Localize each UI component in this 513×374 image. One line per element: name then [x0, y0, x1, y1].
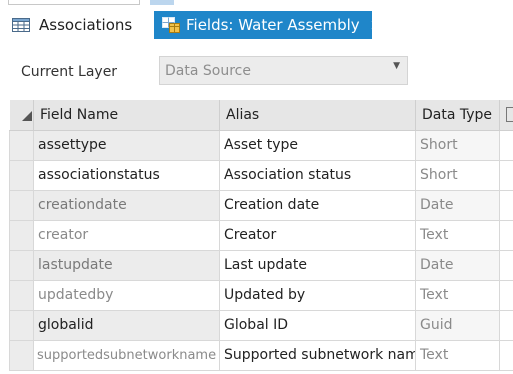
data-type-cell[interactable]: Date	[415, 249, 500, 281]
field-name-cell[interactable]: globalid	[33, 309, 220, 341]
table-row[interactable]: associationstatus Association status Sho…	[9, 159, 513, 191]
row-selector[interactable]	[9, 309, 34, 341]
tab-bar: Associations Fields: Water Assembly ✕	[0, 11, 513, 50]
data-type-cell[interactable]: Short	[415, 159, 500, 191]
fields-table-icon	[162, 17, 180, 33]
data-type-cell[interactable]: Date	[415, 189, 500, 221]
chevron-down-icon: ▼	[393, 61, 400, 71]
table-icon	[12, 17, 30, 33]
field-name-cell[interactable]: creationdate	[33, 189, 220, 221]
grid-header-row: Field Name Alias Data Type	[9, 100, 513, 131]
alias-cell[interactable]: Supported subnetwork name	[219, 339, 416, 371]
column-header-data-type[interactable]: Data Type	[415, 100, 500, 131]
current-layer-label: Current Layer	[21, 64, 118, 80]
table-row[interactable]: updatedby Updated by Text	[9, 279, 513, 311]
select-all-corner[interactable]	[9, 100, 34, 131]
close-icon[interactable]: ✕	[370, 16, 383, 35]
overflow-cell	[499, 309, 513, 341]
overflow-cell	[499, 279, 513, 311]
alias-cell[interactable]: Creator	[219, 219, 416, 251]
alias-cell[interactable]: Updated by	[219, 279, 416, 311]
corner-triangle-icon	[21, 111, 32, 121]
row-selector[interactable]	[9, 219, 34, 251]
toolbar-highlight-fragment	[150, 0, 174, 5]
table-row[interactable]: supportedsubnetworkname Supported subnet…	[9, 339, 513, 371]
tab-associations-label: Associations	[39, 16, 133, 34]
overflow-cell	[499, 159, 513, 191]
overflow-cell	[499, 189, 513, 221]
field-name-cell[interactable]: supportedsubnetworkname	[33, 339, 220, 371]
overflow-cell	[499, 249, 513, 281]
row-selector[interactable]	[9, 189, 34, 221]
data-type-cell[interactable]: Text	[415, 219, 500, 251]
alias-cell[interactable]: Asset type	[219, 129, 416, 161]
tab-fields-label: Fields: Water Assembly	[186, 16, 360, 34]
overflow-cell	[499, 129, 513, 161]
table-row[interactable]: creationdate Creation date Date	[9, 189, 513, 221]
top-strip	[0, 0, 513, 7]
alias-cell[interactable]: Last update	[219, 249, 416, 281]
data-type-cell[interactable]: Short	[415, 129, 500, 161]
alias-cell[interactable]: Creation date	[219, 189, 416, 221]
row-selector[interactable]	[9, 159, 34, 191]
row-selector[interactable]	[9, 129, 34, 161]
tab-associations[interactable]: Associations	[12, 11, 152, 39]
data-type-cell[interactable]: Guid	[415, 309, 500, 341]
tab-fields-water-assembly[interactable]: Fields: Water Assembly ✕	[154, 11, 383, 39]
data-type-cell[interactable]: Text	[415, 339, 500, 371]
table-row[interactable]: assettype Asset type Short	[9, 129, 513, 161]
row-selector[interactable]	[9, 339, 34, 371]
fields-grid: Field Name Alias Data Type assettype Ass…	[9, 100, 513, 371]
current-layer-value: Data Source	[165, 63, 251, 79]
overflow-cell	[499, 219, 513, 251]
data-type-cell[interactable]: Text	[415, 279, 500, 311]
column-header-field-name[interactable]: Field Name	[33, 100, 220, 131]
row-selector[interactable]	[9, 279, 34, 311]
alias-cell[interactable]: Association status	[219, 159, 416, 191]
table-row[interactable]: creator Creator Text	[9, 219, 513, 251]
alias-cell[interactable]: Global ID	[219, 309, 416, 341]
field-name-cell[interactable]: updatedby	[33, 279, 220, 311]
field-name-cell[interactable]: lastupdate	[33, 249, 220, 281]
column-fragment-icon	[506, 107, 513, 122]
current-layer-dropdown[interactable]: Data Source ▼	[159, 56, 408, 85]
row-selector[interactable]	[9, 249, 34, 281]
current-layer-row: Current Layer Data Source ▼	[0, 39, 513, 100]
field-name-cell[interactable]: associationstatus	[33, 159, 220, 191]
overflow-cell	[499, 339, 513, 371]
field-name-cell[interactable]: assettype	[33, 129, 220, 161]
table-row[interactable]: lastupdate Last update Date	[9, 249, 513, 281]
column-header-alias[interactable]: Alias	[219, 100, 416, 131]
table-row[interactable]: globalid Global ID Guid	[9, 309, 513, 341]
column-header-next[interactable]	[499, 100, 513, 131]
toolbar-fragment	[8, 0, 140, 5]
field-name-cell[interactable]: creator	[33, 219, 220, 251]
